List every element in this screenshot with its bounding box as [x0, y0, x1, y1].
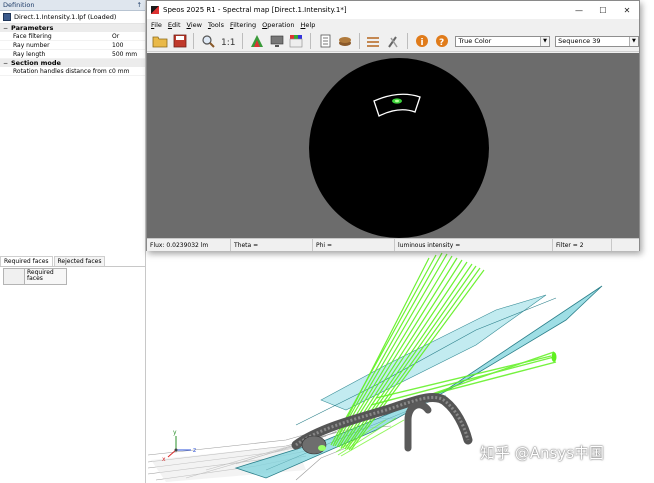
menu-filtering[interactable]: Filtering [230, 21, 256, 29]
status-bar: Flux: 0.0239032 lm Theta = Phi = luminou… [147, 238, 639, 251]
column-header-required-faces: Required faces [25, 269, 66, 284]
sequence-value: Sequence 39 [558, 37, 601, 45]
save-icon[interactable] [171, 32, 189, 50]
pin-icon[interactable]: ↑ [137, 1, 142, 9]
svg-text:i: i [420, 38, 423, 48]
definition-panel: Definition ↑ Direct.1.Intensity.1.lpf (L… [0, 0, 146, 483]
intensity-map[interactable] [147, 53, 639, 238]
tab-rejected-faces[interactable]: Rejected faces [53, 256, 106, 266]
toolbar-separator [241, 33, 243, 49]
spectral-map-window: Speos 2025 R1 - Spectral map [Direct.1.I… [146, 0, 640, 251]
watermark: 知乎 @Ansys中国 [480, 444, 605, 462]
property-row-rotation-handles[interactable]: Rotation handles distance from center 0 … [0, 67, 145, 76]
chevron-down-icon[interactable]: ▼ [540, 36, 550, 46]
property-value[interactable]: Or [112, 33, 119, 40]
monitor-icon[interactable] [268, 32, 286, 50]
property-row-ray-number[interactable]: Ray number 100 [0, 41, 145, 50]
intensity-disk [309, 58, 489, 238]
menu-operation[interactable]: Operation [262, 21, 294, 29]
color-triangle-icon[interactable] [248, 32, 266, 50]
property-value[interactable]: 0 mm [112, 68, 129, 75]
property-name: Rotation handles distance from center [13, 67, 112, 75]
led-emitter [318, 445, 326, 451]
status-filter: Filter = 2 [553, 239, 612, 251]
property-row-ray-length[interactable]: Ray length 500 mm [0, 50, 145, 59]
section-parameters[interactable]: − Parameters [0, 24, 145, 32]
tree-item-intensity[interactable]: Direct.1.Intensity.1.lpf (Loaded) [0, 11, 145, 24]
toolbar-separator [310, 33, 312, 49]
status-intensity: luminous intensity = [395, 239, 553, 251]
status-flux: Flux: 0.0239032 lm [147, 239, 231, 251]
axis-x-label: x [162, 456, 166, 463]
property-row-face-filtering[interactable]: Face filtering Or [0, 32, 145, 41]
menu-view[interactable]: View [187, 21, 202, 29]
section-title: Parameters [11, 24, 54, 32]
panel-header: Definition ↑ [0, 0, 145, 11]
property-name: Ray length [13, 50, 46, 58]
spectral-map-canvas[interactable] [147, 53, 639, 238]
property-name: Face filtering [13, 32, 52, 40]
status-phi: Phi = [313, 239, 395, 251]
window-title: Speos 2025 R1 - Spectral map [Direct.1.I… [163, 6, 347, 14]
document-icon[interactable] [316, 32, 334, 50]
sequence-dropdown[interactable]: Sequence 39 ▼ [555, 35, 639, 47]
speos-app-icon [151, 6, 159, 14]
menu-bar: File Edit View Tools Filtering Operation… [147, 19, 639, 31]
section-title: Section mode [11, 59, 61, 67]
toolbar-separator [407, 33, 408, 49]
tree-item-label: Direct.1.Intensity.1.lpf (Loaded) [14, 13, 117, 21]
collapse-icon[interactable]: − [3, 25, 8, 32]
property-value[interactable]: 100 [112, 42, 123, 49]
color-palette-icon[interactable] [287, 32, 305, 50]
menu-file[interactable]: File [151, 21, 162, 29]
chevron-down-icon[interactable]: ▼ [628, 36, 638, 46]
ray-end-cap [551, 352, 557, 362]
collapse-icon[interactable]: − [3, 60, 8, 67]
result-file-icon [3, 13, 11, 21]
open-folder-icon[interactable] [151, 32, 169, 50]
color-mode-dropdown[interactable]: True Color ▼ [455, 35, 551, 47]
help-icon[interactable]: ? [433, 32, 451, 50]
settings-sliders-icon[interactable] [365, 32, 383, 50]
zoom-1-1-icon[interactable]: 1:1 [219, 32, 237, 50]
faces-tabs: Required faces Rejected faces [0, 256, 145, 267]
menu-edit[interactable]: Edit [168, 21, 181, 29]
info-icon[interactable]: i [413, 32, 431, 50]
tools-icon[interactable] [384, 32, 402, 50]
menu-help[interactable]: Help [301, 21, 316, 29]
led-housing [301, 435, 327, 455]
color-mode-value: True Color [458, 37, 492, 45]
axis-y-label: y [173, 429, 177, 436]
maximize-button[interactable]: ☐ [591, 1, 615, 19]
close-button[interactable]: ✕ [615, 1, 639, 19]
layers-icon[interactable] [336, 32, 354, 50]
minimize-button[interactable]: — [567, 1, 591, 19]
title-bar[interactable]: Speos 2025 R1 - Spectral map [Direct.1.I… [147, 1, 639, 19]
section-section-mode[interactable]: − Section mode [0, 59, 145, 67]
toolbar-separator [358, 33, 360, 49]
property-name: Ray number [13, 41, 50, 49]
toolbar: 1:1 i ? True Color ▼ Sequence 39 ▼ [147, 31, 639, 52]
required-faces-table: Required faces [3, 268, 67, 285]
property-value[interactable]: 500 mm [112, 51, 137, 58]
panel-title: Definition [3, 1, 35, 9]
svg-text:?: ? [439, 38, 444, 48]
menu-tools[interactable]: Tools [208, 21, 224, 29]
svg-text:1:1: 1:1 [221, 38, 235, 48]
axis-z-label: z [193, 447, 196, 454]
row-header-stub [4, 269, 25, 284]
toolbar-separator [193, 33, 195, 49]
tab-required-faces[interactable]: Required faces [0, 256, 53, 266]
zoom-icon[interactable] [199, 32, 217, 50]
status-theta: Theta = [231, 239, 313, 251]
